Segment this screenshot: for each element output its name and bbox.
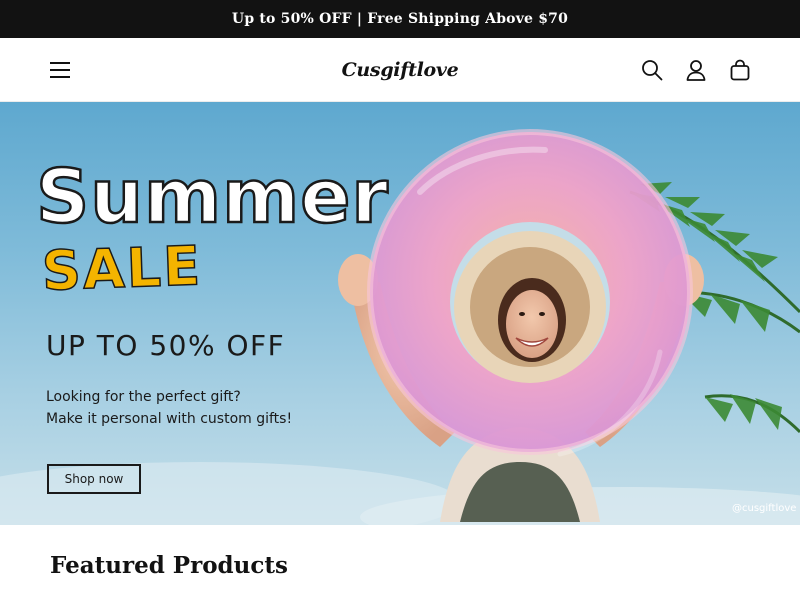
shop-now-label: Shop now xyxy=(64,472,124,486)
hamburger-menu-icon[interactable] xyxy=(42,52,78,88)
cart-icon[interactable] xyxy=(722,52,758,88)
search-icon[interactable] xyxy=(634,52,670,88)
site-logo[interactable]: Cusgiftlove xyxy=(300,54,500,86)
account-icon[interactable] xyxy=(678,52,714,88)
hero-sale-label: SALE xyxy=(40,233,204,303)
hero-title: Summer xyxy=(35,154,389,240)
hero-subtitle-line2: Make it personal with custom gifts! xyxy=(46,411,293,427)
site-header: Cusgiftlove xyxy=(0,38,800,102)
hero-discount: UP TO 50% OFF xyxy=(46,329,286,362)
logo-text: Cusgiftlove xyxy=(341,59,459,81)
announcement-text: Up to 50% OFF | Free Shipping Above $70 xyxy=(231,11,569,27)
hero-banner: Summer SALE UP TO 50% OFF Looking for th… xyxy=(0,102,800,525)
featured-heading: Featured Products xyxy=(50,552,288,579)
shop-now-button[interactable]: Shop now xyxy=(47,464,141,494)
hero-watermark: @cusgiftlove xyxy=(732,503,797,514)
hero-subtitle-line1: Looking for the perfect gift? xyxy=(46,389,241,405)
announcement-bar: Up to 50% OFF | Free Shipping Above $70 xyxy=(0,0,800,38)
